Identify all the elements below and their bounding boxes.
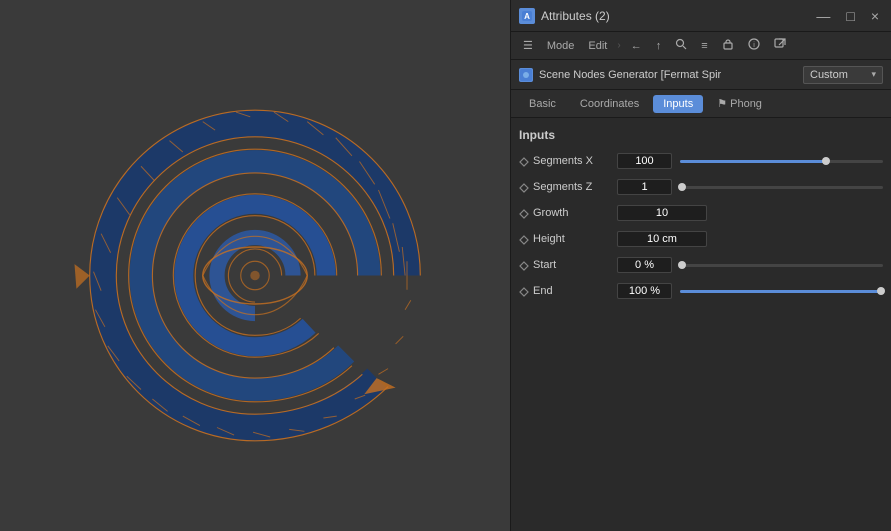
param-value-end[interactable] (617, 283, 672, 299)
maximize-button[interactable]: □ (842, 9, 858, 23)
dropdown-label: Custom (810, 69, 848, 81)
param-diamond-growth[interactable] (519, 208, 529, 218)
tab-inputs[interactable]: Inputs (653, 95, 703, 113)
list-button[interactable]: ≡ (697, 39, 711, 53)
param-row-start: Start (519, 254, 883, 276)
param-slider-start[interactable] (680, 264, 883, 267)
param-row-height: Height (519, 228, 883, 250)
search-button[interactable] (671, 37, 691, 54)
close-button[interactable]: × (867, 9, 883, 23)
param-slider-fill-end (680, 290, 881, 293)
param-diamond-start[interactable] (519, 260, 529, 270)
param-row-end: End (519, 280, 883, 302)
tab-phong[interactable]: ⚑ Phong (707, 94, 772, 113)
param-slider-thumb-start[interactable] (678, 261, 686, 269)
title-controls: — □ × (812, 9, 883, 23)
panel-title: Attributes (2) (541, 9, 610, 23)
param-slider-thumb-end[interactable] (877, 287, 885, 295)
param-value-segments_x[interactable] (617, 153, 672, 169)
viewport (0, 0, 510, 531)
title-bar: A Attributes (2) — □ × (511, 0, 891, 32)
inputs-title: Inputs (519, 128, 883, 142)
param-slider-thumb-segments_x[interactable] (822, 157, 830, 165)
param-value-height[interactable] (617, 231, 707, 247)
param-row-segments_z: Segments Z (519, 176, 883, 198)
param-label-segments_z: Segments Z (533, 181, 613, 193)
param-label-segments_x: Segments X (533, 155, 613, 167)
param-diamond-segments_z[interactable] (519, 182, 529, 192)
spiral-3d (65, 76, 445, 456)
tabs: BasicCoordinatesInputs⚑ Phong (511, 90, 891, 118)
inputs-area: Inputs Segments XSegments ZGrowthHeightS… (511, 118, 891, 531)
param-label-growth: Growth (533, 207, 613, 219)
param-value-segments_z[interactable] (617, 179, 672, 195)
attributes-panel: A Attributes (2) — □ × ☰ Mode Edit › ← ↑… (510, 0, 891, 531)
title-bar-left: A Attributes (2) (519, 8, 610, 24)
scene-node-row: Scene Nodes Generator [Fermat Spir Custo… (511, 60, 891, 90)
param-label-start: Start (533, 259, 613, 271)
svg-text:i: i (753, 42, 755, 49)
param-slider-thumb-segments_z[interactable] (678, 183, 686, 191)
tab-basic[interactable]: Basic (519, 95, 566, 113)
mode-button[interactable]: Mode (543, 39, 579, 53)
param-slider-segments_z[interactable] (680, 186, 883, 189)
external-button[interactable] (770, 37, 790, 54)
minimize-button[interactable]: — (812, 9, 834, 23)
scene-node-icon (519, 68, 533, 82)
back-button[interactable]: ← (627, 39, 646, 53)
params-container: Segments X Segments Z Growth Height Start End (519, 150, 883, 302)
param-value-growth[interactable] (617, 205, 707, 221)
param-diamond-segments_x[interactable] (519, 156, 529, 166)
edit-button[interactable]: Edit (584, 39, 611, 53)
hamburger-button[interactable]: ☰ (519, 38, 537, 53)
attributes-icon: A (519, 8, 535, 24)
param-label-end: End (533, 285, 613, 297)
toolbar: ☰ Mode Edit › ← ↑ ≡ i (511, 32, 891, 60)
svg-text:A: A (524, 12, 530, 21)
param-row-segments_x: Segments X (519, 150, 883, 172)
toolbar-separator: › (617, 40, 620, 51)
lock-button[interactable] (718, 37, 738, 54)
info-button[interactable]: i (744, 37, 764, 54)
param-slider-segments_x[interactable] (680, 160, 883, 163)
param-diamond-height[interactable] (519, 234, 529, 244)
forward-button[interactable]: ↑ (652, 39, 666, 53)
param-slider-end[interactable] (680, 290, 883, 293)
param-row-growth: Growth (519, 202, 883, 224)
param-value-start[interactable] (617, 257, 672, 273)
scene-node-label: Scene Nodes Generator [Fermat Spir (539, 69, 797, 81)
param-label-height: Height (533, 233, 613, 245)
param-slider-fill-segments_x (680, 160, 826, 163)
custom-dropdown[interactable]: Custom ▾ (803, 66, 883, 84)
param-diamond-end[interactable] (519, 286, 529, 296)
tab-coordinates[interactable]: Coordinates (570, 95, 649, 113)
dropdown-arrow-icon: ▾ (871, 69, 876, 80)
